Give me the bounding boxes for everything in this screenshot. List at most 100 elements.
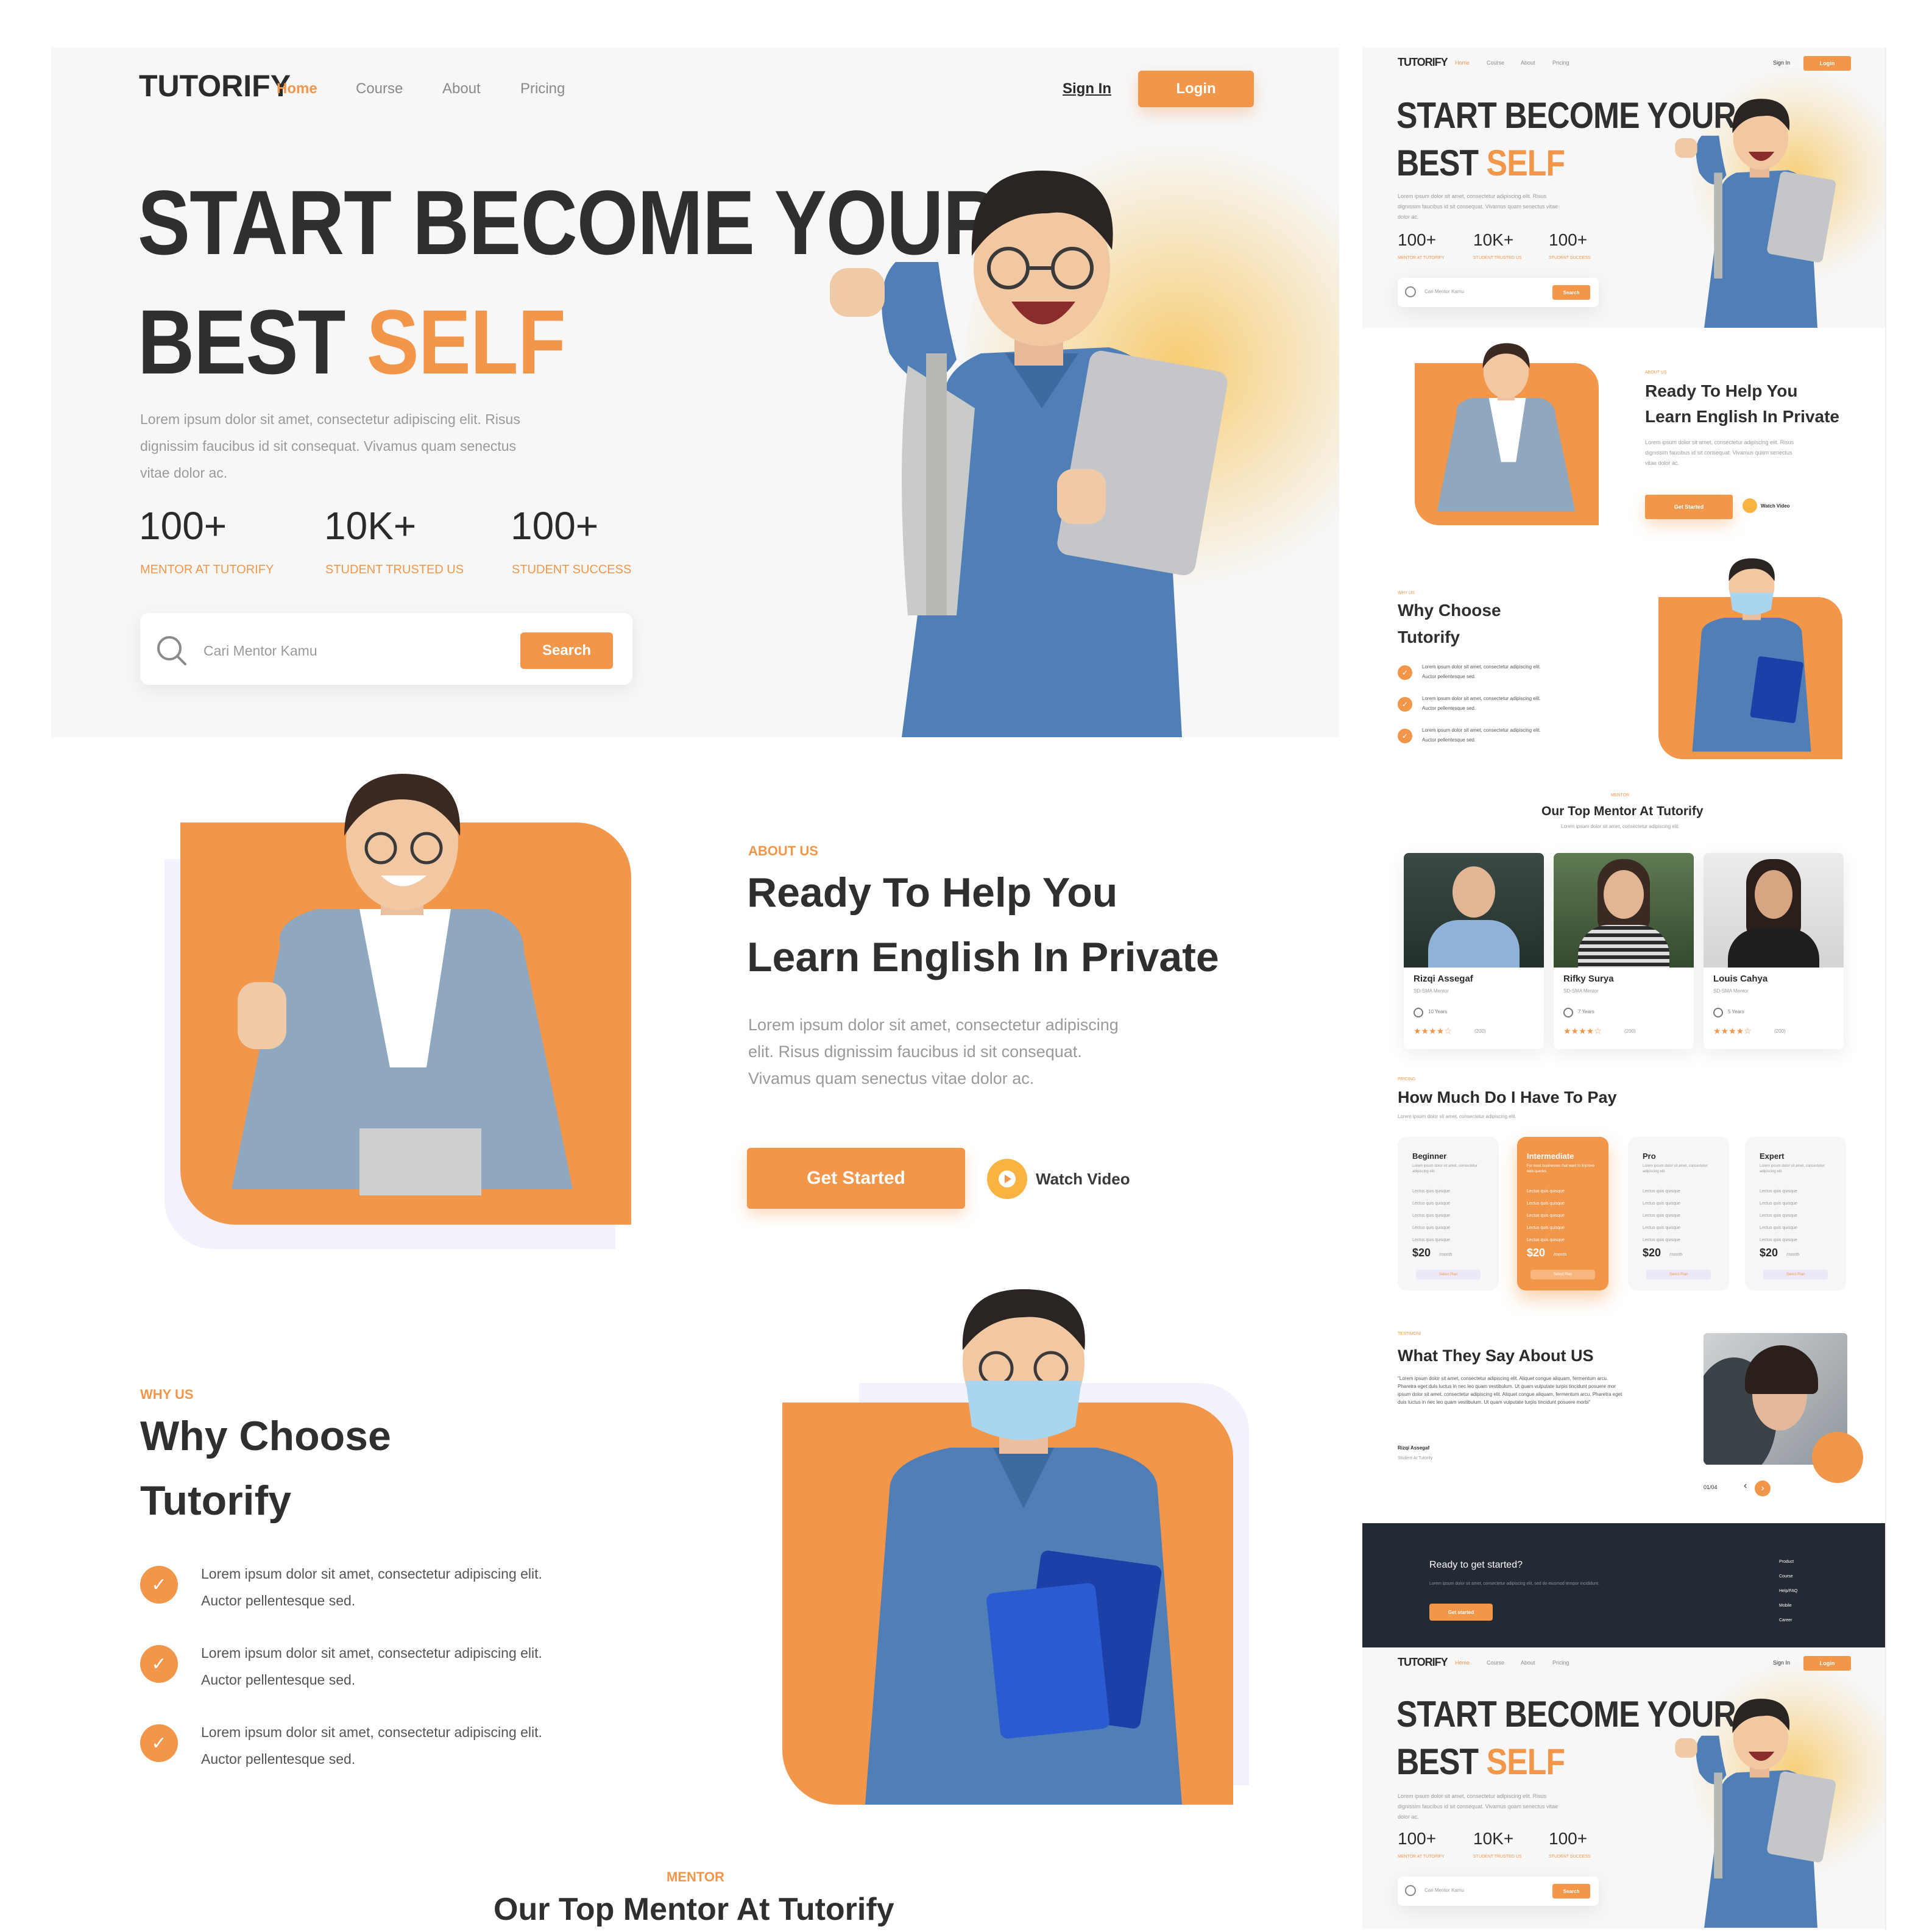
- preview2-title-self: SELF: [1486, 1741, 1565, 1782]
- preview-stat-label: STUDENT SUCCESS: [1549, 256, 1591, 260]
- plan-feature: Lectus quis quisque: [1643, 1226, 1680, 1230]
- get-started-button[interactable]: Get Started: [747, 1148, 965, 1209]
- preview-pricing-subtitle: Lorem ipsum dolor sit amet, consectetur …: [1398, 1114, 1516, 1119]
- preview-search-input[interactable]: Cari Mentor Kamu: [1424, 289, 1464, 294]
- plan-desc: Lorem ipsum dolor sit amet, consectetur …: [1412, 1164, 1477, 1173]
- testimonial-next-button[interactable]: ›: [1755, 1481, 1771, 1496]
- mentor-card[interactable]: Rizqi Assegaf SD-SMA Mentor 10 Years ★★★…: [1404, 853, 1544, 1049]
- mentor-years: 7 Years: [1578, 1009, 1594, 1014]
- mentor-name: Rifky Surya: [1563, 974, 1614, 984]
- plan-feature: Lectus quis quisque: [1412, 1201, 1450, 1206]
- mentor-photo: [1404, 853, 1544, 968]
- plan-feature: Lectus quis quisque: [1643, 1238, 1680, 1242]
- mentor-card[interactable]: Louis Cahya SD-SMA Mentor 5 Years ★★★★☆ …: [1704, 853, 1844, 1049]
- preview-check-icon: ✓: [1398, 665, 1412, 680]
- hero-student-photo: [830, 171, 1228, 737]
- preview-watch-video[interactable]: Watch Video: [1743, 498, 1790, 513]
- about-title-line2: Learn English In Private: [747, 934, 1219, 980]
- nav-pricing[interactable]: Pricing: [520, 80, 565, 97]
- logo[interactable]: TUTORIFY: [139, 68, 291, 104]
- plan-feature: Lectus quis quisque: [1527, 1201, 1565, 1206]
- sign-in-link[interactable]: Sign In: [1063, 80, 1111, 97]
- select-plan-button[interactable]: Select Plan: [1763, 1270, 1828, 1279]
- nav-home[interactable]: Home: [277, 80, 317, 97]
- preview-nav-pricing[interactable]: Pricing: [1552, 60, 1569, 66]
- footer-link[interactable]: Help/FAQ: [1779, 1589, 1797, 1593]
- why-item-text: Auctor pellentesque sed.: [201, 1751, 356, 1767]
- preview-logo[interactable]: TUTORIFY: [1398, 56, 1448, 69]
- preview2-nav-about[interactable]: About: [1521, 1660, 1535, 1666]
- mentor-years: 10 Years: [1428, 1009, 1448, 1014]
- preview2-search-input[interactable]: Cari Mentor Kamu: [1424, 1888, 1464, 1893]
- select-plan-button[interactable]: Select Plan: [1530, 1270, 1595, 1279]
- preview2-nav-home[interactable]: Home: [1455, 1660, 1470, 1666]
- about-title-line1: Ready To Help You: [747, 869, 1118, 916]
- why-title-line1: Why Choose: [140, 1413, 391, 1459]
- preview-search-button[interactable]: Search: [1552, 285, 1590, 300]
- preview2-nav-course[interactable]: Course: [1487, 1660, 1504, 1666]
- preview2-hero-desc: Lorem ipsum dolor sit amet, consectetur …: [1398, 1793, 1558, 1820]
- preview-stat: 100+: [1398, 230, 1437, 249]
- preview-nav-home[interactable]: Home: [1455, 60, 1470, 66]
- plan-feature: Lectus quis quisque: [1760, 1214, 1797, 1218]
- preview2-logo[interactable]: TUTORIFY: [1398, 1656, 1448, 1669]
- footer-get-started-button[interactable]: Get started: [1429, 1604, 1493, 1621]
- testimonial-prev-button[interactable]: ‹: [1744, 1481, 1747, 1491]
- stat-value: 10K+: [324, 504, 417, 548]
- clock-icon: [1414, 1008, 1423, 1017]
- preview-mentor-title: Our Top Mentor At Tutorify: [1541, 804, 1704, 818]
- footer-link[interactable]: Mobile: [1779, 1604, 1792, 1608]
- preview2-title-best: BEST: [1396, 1741, 1479, 1782]
- why-item-text: Lorem ipsum dolor sit amet, consectetur …: [201, 1645, 542, 1661]
- plan-feature: Lectus quis quisque: [1527, 1238, 1565, 1242]
- preview-check-icon: ✓: [1398, 729, 1412, 743]
- pricing-card-beginner[interactable]: Beginner Lorem ipsum dolor sit amet, con…: [1398, 1137, 1499, 1290]
- mentor-name: Louis Cahya: [1713, 974, 1768, 984]
- mentor-photo: [1554, 853, 1694, 968]
- footer-link[interactable]: Career: [1779, 1618, 1792, 1622]
- preview2-login-button[interactable]: Login: [1803, 1656, 1851, 1671]
- preview-why-eyebrow: WHY US: [1398, 591, 1415, 595]
- preview-get-started[interactable]: Get Started: [1645, 495, 1733, 519]
- preview-why-item: Lorem ipsum dolor sit amet, consectetur …: [1422, 727, 1541, 733]
- select-plan-button[interactable]: Select Plan: [1646, 1270, 1711, 1279]
- watch-video-label: Watch Video: [1036, 1169, 1130, 1188]
- preview-nav-about[interactable]: About: [1521, 60, 1535, 66]
- preview-hero-title-line2: BEST SELF: [1396, 145, 1565, 182]
- footer-cta-title: Ready to get started?: [1429, 1560, 1523, 1570]
- login-button[interactable]: Login: [1138, 71, 1254, 107]
- preview-about-title2: Learn English In Private: [1645, 407, 1839, 426]
- clock-icon: [1563, 1008, 1573, 1017]
- preview-signin[interactable]: Sign In: [1773, 60, 1790, 66]
- plan-period: /month: [1669, 1253, 1683, 1257]
- preview-stat-label: MENTOR AT TUTORIFY: [1398, 256, 1445, 260]
- search-input[interactable]: Cari Mentor Kamu: [203, 643, 496, 659]
- preview2-nav-pricing[interactable]: Pricing: [1552, 1660, 1569, 1666]
- nav-about[interactable]: About: [442, 80, 481, 97]
- preview2-search-button[interactable]: Search: [1552, 1884, 1590, 1898]
- search-button[interactable]: Search: [520, 632, 613, 669]
- preview-play-icon: [1743, 498, 1757, 513]
- pricing-card-intermediate[interactable]: Intermediate For most businesses that wa…: [1517, 1137, 1608, 1290]
- search-icon: [157, 636, 186, 665]
- watch-video-button[interactable]: Watch Video: [987, 1158, 1145, 1200]
- preview-why-item: Lorem ipsum dolor sit amet, consectetur …: [1422, 696, 1541, 701]
- footer-link[interactable]: Course: [1779, 1574, 1793, 1579]
- mentor-name: Rizqi Assegaf: [1414, 974, 1473, 984]
- preview-testimonial-eyebrow: TESTIMONI: [1398, 1332, 1421, 1336]
- plan-desc: Lorem ipsum dolor sit amet, consectetur …: [1643, 1164, 1708, 1173]
- select-plan-button[interactable]: Select Plan: [1416, 1270, 1481, 1279]
- footer-link[interactable]: Product: [1779, 1560, 1794, 1564]
- nav-course[interactable]: Course: [356, 80, 403, 97]
- rating-stars: ★★★★☆: [1713, 1026, 1752, 1036]
- pricing-card-expert[interactable]: Expert Lorem ipsum dolor sit amet, conse…: [1745, 1137, 1846, 1290]
- preview-nav-course[interactable]: Course: [1487, 60, 1504, 66]
- preview2-signin[interactable]: Sign In: [1773, 1660, 1790, 1666]
- mentor-role: SD-SMA Mentor: [1414, 988, 1449, 994]
- pricing-card-pro[interactable]: Pro Lorem ipsum dolor sit amet, consecte…: [1628, 1137, 1729, 1290]
- preview-login-button[interactable]: Login: [1803, 56, 1851, 71]
- preview-why-title2: Tutorify: [1398, 628, 1460, 646]
- about-eyebrow: ABOUT US: [748, 843, 818, 858]
- mentor-card[interactable]: Rifky Surya SD-SMA Mentor 7 Years ★★★★☆ …: [1554, 853, 1694, 1049]
- testimonial-author: Rizqi Assegaf: [1398, 1445, 1430, 1451]
